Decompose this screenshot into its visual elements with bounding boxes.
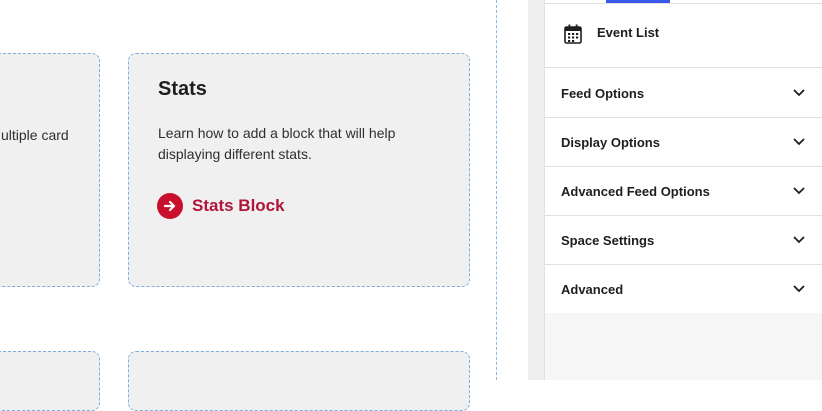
bottom-left-card[interactable] [0, 351, 100, 411]
panel-display-options[interactable]: Display Options [545, 118, 822, 167]
editor-gutter [528, 0, 544, 380]
stats-card-description: Learn how to add a block that will help … [158, 125, 396, 162]
chevron-down-icon [793, 89, 805, 97]
editor-canvas: ultiple card Stats Learn how to add a bl… [0, 0, 528, 411]
chevron-down-icon [793, 285, 805, 293]
panel-title: Advanced [561, 282, 624, 297]
block-name: Event List [597, 25, 660, 40]
panel-title: Feed Options [561, 86, 645, 101]
chevron-down-icon [793, 187, 805, 195]
panel-title: Space Settings [561, 233, 655, 248]
calendar-icon [564, 24, 582, 44]
arrow-right-circle-icon [157, 193, 183, 219]
panel-advanced-feed-options[interactable]: Advanced Feed Options [545, 167, 822, 216]
bottom-right-card[interactable] [128, 351, 470, 411]
chevron-down-icon [793, 236, 805, 244]
stats-block-link-label: Stats Block [192, 196, 285, 215]
partial-card[interactable]: ultiple card [0, 53, 100, 287]
panel-space-settings[interactable]: Space Settings [545, 216, 822, 265]
stats-card-title: Stats [158, 78, 207, 100]
panel-advanced[interactable]: Advanced [545, 265, 822, 314]
panel-title: Advanced Feed Options [561, 184, 710, 199]
panel-title: Display Options [561, 135, 660, 150]
content-width-guide [496, 0, 497, 380]
sidebar-empty-area [545, 313, 822, 380]
stats-block-link[interactable]: Stats Block [157, 193, 285, 219]
block-settings-sidebar: Event List Feed Options Display Options … [544, 0, 822, 380]
block-card: Event List [545, 4, 822, 68]
panel-feed-options[interactable]: Feed Options [545, 69, 822, 118]
chevron-down-icon [793, 138, 805, 146]
stats-card[interactable]: Stats Learn how to add a block that will… [128, 53, 470, 287]
